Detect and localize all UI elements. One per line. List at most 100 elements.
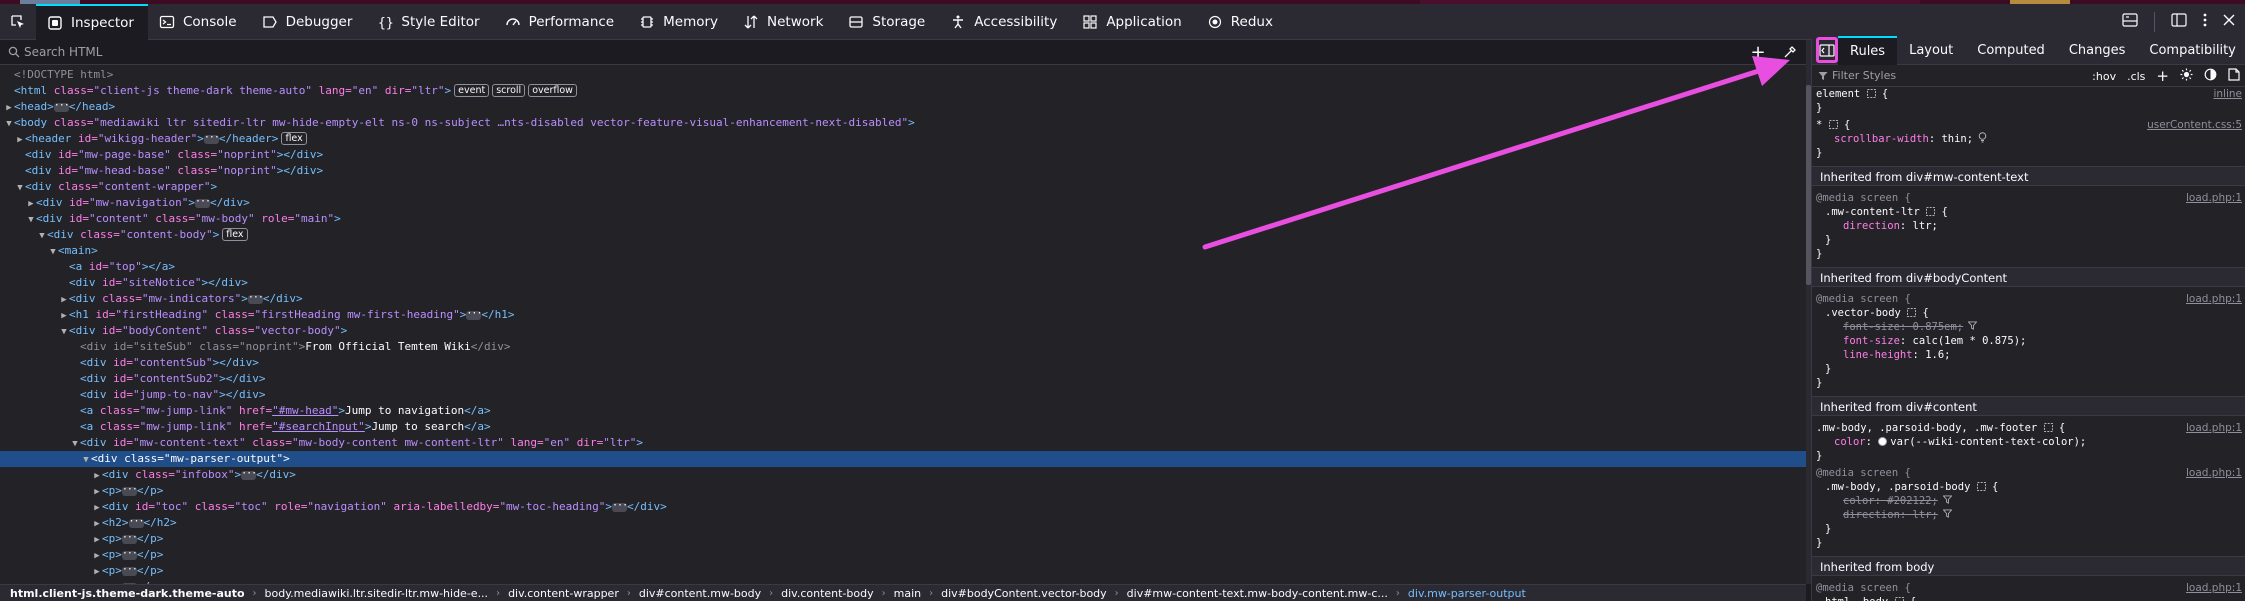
attribute-link[interactable]: "#searchInput" [272,420,365,433]
add-node-button[interactable]: + [1742,40,1774,64]
stylesheet-link[interactable]: load.php:1 [2186,292,2242,306]
element-picker-button[interactable] [0,4,36,40]
css-value[interactable]: : thin; [1929,133,1973,145]
markup-node-row[interactable]: ▶ <h1 id="firstHeading" class="firstHeadi… [0,307,1806,323]
collapsed-children-badge[interactable]: ··· [53,100,70,112]
expand-arrow-icon[interactable]: ▶ [59,308,69,324]
tab-redux[interactable]: Redux [1196,4,1287,40]
filter-icon[interactable] [1967,320,1978,330]
breadcrumb-item[interactable]: div.content-wrapper [508,587,619,600]
selected-node-row[interactable]: ▼ <div class="mw-parser-output"> [0,451,1806,467]
breadcrumb-item[interactable]: div.content-body [781,587,873,600]
collapsed-children-badge[interactable]: ··· [247,292,264,304]
flex-badge[interactable]: flex [281,132,307,145]
filter-styles-input[interactable] [1832,69,2062,82]
expand-arrow-icon[interactable]: ▶ [92,468,102,484]
css-property[interactable]: color [1834,436,1866,448]
collapse-arrow-icon[interactable]: ▼ [59,324,69,340]
color-swatch[interactable] [1878,437,1888,446]
selector-highlight-icon[interactable] [1828,119,1838,131]
attribute-link[interactable]: "#mw-head" [272,404,338,417]
markup-node-row[interactable]: ▶<p>···</p> [0,483,1806,499]
compat-hint-icon[interactable] [1973,132,1987,145]
css-value[interactable]: : 0.875em; [1900,321,1963,333]
dark-scheme-button[interactable] [2204,68,2217,84]
tab-debugger[interactable]: Debugger [251,4,367,40]
selector-highlight-icon[interactable] [1926,206,1936,218]
tab-rules[interactable]: Rules [1838,35,1898,65]
markup-node-row[interactable]: ▶ <div id="toc" class="toc" role="navigat… [0,499,1806,515]
toggle-three-pane-button[interactable] [1816,37,1838,63]
collapse-arrow-icon[interactable]: ▼ [15,180,25,196]
tab-accessibility[interactable]: Accessibility [939,4,1071,40]
markup-node-row[interactable]: ▶ <head>···</head> [0,99,1806,115]
overflow-badge[interactable]: overflow [528,84,577,97]
collapsed-children-badge[interactable]: ··· [121,564,138,576]
split-console-button[interactable] [2122,13,2138,31]
expand-arrow-icon[interactable]: ▶ [26,196,36,212]
css-value[interactable]: : 1.6; [1913,349,1951,361]
collapse-arrow-icon[interactable]: ▼ [37,228,47,244]
css-property[interactable]: direction [1843,220,1900,232]
expand-arrow-icon[interactable]: ▶ [92,564,102,580]
css-property[interactable]: color [1843,495,1875,507]
expand-arrow-icon[interactable]: ▶ [15,132,25,148]
tab-network[interactable]: Network [732,4,837,40]
markup-node-row[interactable]: <!DOCTYPE html> [0,67,1806,83]
markup-node-row[interactable]: ▼ <div id="content" class="mw-body" role=… [0,211,1806,227]
scroll-badge[interactable]: scroll [492,84,526,97]
collapsed-children-badge[interactable]: ··· [203,132,220,144]
cls-toggle[interactable]: .cls [2127,70,2145,83]
filter-icon[interactable] [1942,508,1953,518]
collapsed-children-badge[interactable]: ··· [121,532,138,544]
css-property[interactable]: font-size [1843,321,1900,333]
markup-node-row[interactable]: ▶<p>···</p> [0,547,1806,563]
collapsed-children-badge[interactable]: ··· [612,500,628,512]
markup-node-row[interactable]: <a class="mw-jump-link" href="#searchInp… [0,419,1806,435]
expand-arrow-icon[interactable]: ▶ [4,100,14,116]
collapse-arrow-icon[interactable]: ▼ [81,452,91,468]
expand-arrow-icon[interactable]: ▶ [92,532,102,548]
add-rule-button[interactable]: + [2156,67,2169,85]
print-media-button[interactable] [2228,68,2240,84]
markup-node-row[interactable]: ▼ <body class="mediawiki ltr sitedir-ltr … [0,115,1806,131]
collapse-arrow-icon[interactable]: ▼ [26,212,36,228]
collapsed-children-badge[interactable]: ··· [466,308,482,320]
markup-node-row[interactable]: <div id="contentSub2"></div> [0,371,1806,387]
breadcrumb-item[interactable]: body.mediawiki.ltr.sitedir-ltr.mw-hide-e… [265,587,489,600]
tab-performance[interactable]: Performance [494,4,629,40]
expand-arrow-icon[interactable]: ▶ [92,484,102,500]
selector-highlight-icon[interactable] [1866,88,1876,100]
css-property[interactable]: line-height [1843,349,1913,361]
collapse-arrow-icon[interactable]: ▼ [48,244,58,260]
css-property[interactable]: scrollbar-width [1834,133,1929,145]
tab-memory[interactable]: Memory [628,4,732,40]
selector-highlight-icon[interactable] [2043,422,2053,434]
selector-highlight-icon[interactable] [1976,481,1986,493]
markup-node-row[interactable]: ▼ <main> [0,243,1806,259]
markup-node-row[interactable]: ▶ <h2>···</h2> [0,515,1806,531]
flex-badge[interactable]: flex [222,228,248,241]
breadcrumb-item[interactable]: div#content.mw-body [639,587,761,600]
tab-console[interactable]: Console [148,4,251,40]
css-value[interactable]: : [1866,436,1879,448]
tab-compatibility[interactable]: Compatibility [2137,36,2245,65]
markup-node-row[interactable]: ▶<p>···</p> [0,531,1806,547]
markup-node-row[interactable]: <div id="jump-to-nav"></div> [0,387,1806,403]
tab-storage[interactable]: Storage [837,4,939,40]
markup-node-row[interactable]: <div id="mw-page-base" class="noprint"><… [0,147,1806,163]
tab-layout[interactable]: Layout [1897,36,1965,65]
expand-arrow-icon[interactable]: ▶ [92,516,102,532]
markup-node-row[interactable]: <a id="top"></a> [0,259,1806,275]
markup-node-row[interactable]: ▶ <header id="wikigg-header">···</header>… [0,131,1806,147]
event-badge[interactable]: event [454,84,490,97]
markup-node-row[interactable]: <div id="siteSub" class="noprint">From O… [0,339,1806,355]
dock-side-button[interactable] [2171,13,2187,31]
tab-computed[interactable]: Computed [1965,36,2057,65]
markup-node-row[interactable]: ▼ <div id="bodyContent" class="vector-bod… [0,323,1806,339]
expand-arrow-icon[interactable]: ▶ [92,548,102,564]
more-options-button[interactable] [2203,13,2207,31]
markup-node-row[interactable]: ▶ <div id="mw-navigation">···</div> [0,195,1806,211]
markup-node-row[interactable]: <div id="siteNotice"></div> [0,275,1806,291]
stylesheet-link[interactable]: load.php:1 [2186,466,2242,480]
